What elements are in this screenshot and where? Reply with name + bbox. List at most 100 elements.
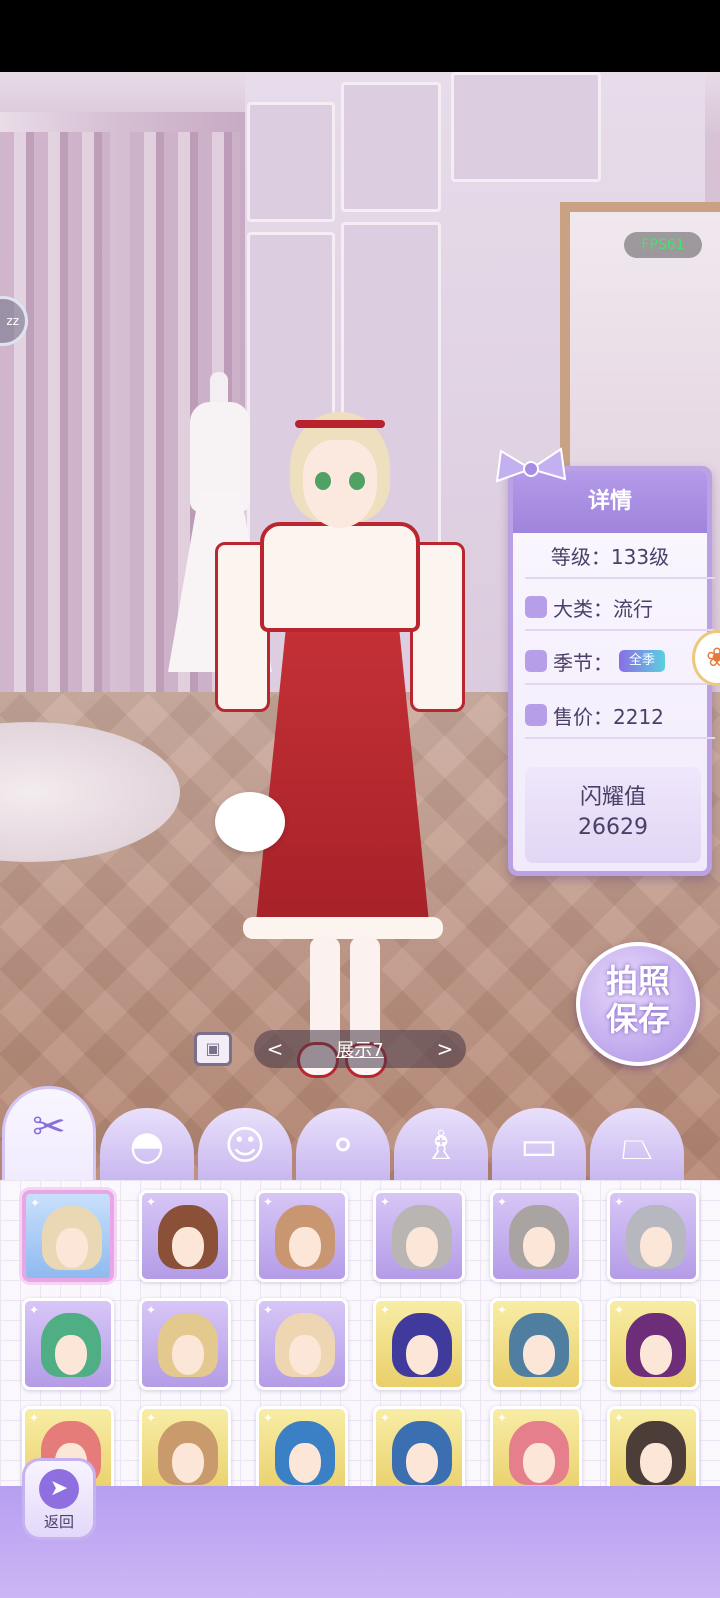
face-silhouette xyxy=(289,1227,321,1267)
sparkle-icon: ✦ xyxy=(146,1303,157,1317)
hair-item[interactable]: ✦ xyxy=(490,1190,582,1282)
price-row: 售价：2212 xyxy=(525,693,715,739)
character-face xyxy=(303,440,377,528)
category-icon xyxy=(525,596,547,618)
sparkle-icon: ✦ xyxy=(29,1303,40,1317)
shine-value: 26629 xyxy=(578,815,648,840)
next-outfit-button[interactable]: > xyxy=(434,1037,456,1061)
hair-item[interactable]: ✦ xyxy=(22,1298,114,1390)
cloud-icon xyxy=(525,650,547,672)
tab-shirt[interactable]: ▭ xyxy=(492,1108,586,1184)
face-silhouette xyxy=(523,1443,555,1483)
player-character[interactable] xyxy=(215,412,465,1092)
hair-item[interactable]: ✦ xyxy=(373,1406,465,1486)
face-silhouette xyxy=(640,1227,672,1267)
hair-item[interactable]: ✦ xyxy=(256,1406,348,1486)
sparkle-icon: ✦ xyxy=(380,1411,391,1425)
skirt-trim xyxy=(243,917,443,939)
sparkle-icon: ✦ xyxy=(497,1195,508,1209)
level-row: 等级：133级 xyxy=(525,533,715,579)
face-silhouette xyxy=(406,1227,438,1267)
sparkle-icon: ✦ xyxy=(380,1195,391,1209)
hair-item[interactable]: ✦ xyxy=(139,1298,231,1390)
prev-outfit-button[interactable]: < xyxy=(264,1037,286,1061)
face-silhouette xyxy=(640,1443,672,1483)
category-text: 大类：流行 xyxy=(553,596,653,621)
season-row: 季节： 全季 xyxy=(525,639,715,685)
hair-item[interactable]: ✦ xyxy=(490,1298,582,1390)
sparkle-icon: ✦ xyxy=(263,1303,274,1317)
category-tabs: ✂ ◓ ☺ ⚬ ♗ ▭ ⏢ xyxy=(0,1086,720,1186)
hair-item-grid: ✦ ✦ ✦ ✦ ✦ ✦ ✦ ✦ ✦ ✦ ✦ ✦ ✦ ✦ ✦ ✦ ✦ ✦ xyxy=(0,1180,720,1486)
sparkle-icon: ✦ xyxy=(614,1411,625,1425)
sparkle-icon: ✦ xyxy=(29,1411,40,1425)
fps-counter: FPS61 xyxy=(624,232,702,258)
level-text: 等级：133级 xyxy=(550,544,670,569)
face-silhouette xyxy=(640,1335,672,1375)
headband xyxy=(295,420,385,428)
hair-item[interactable]: ✦ xyxy=(256,1190,348,1282)
shine-label: 闪耀值 xyxy=(579,785,646,810)
face-silhouette xyxy=(172,1443,204,1483)
season-label: 季节： xyxy=(553,650,613,675)
hair-item[interactable]: ✦ xyxy=(607,1406,699,1486)
tab-skirt[interactable]: ⏢ xyxy=(590,1108,684,1184)
tab-dress[interactable]: ♗ xyxy=(394,1108,488,1184)
sparkle-icon: ✦ xyxy=(497,1303,508,1317)
tab-earrings[interactable]: ⚬ xyxy=(296,1108,390,1184)
sparkle-icon: ✦ xyxy=(30,1196,41,1210)
sparkle-icon: ✦ xyxy=(497,1411,508,1425)
hair-item[interactable]: ✦ xyxy=(22,1190,114,1282)
hair-item[interactable]: ✦ xyxy=(607,1298,699,1390)
outfit-navigator: < 展示7 > xyxy=(254,1030,466,1068)
skirt-icon: ⏢ xyxy=(621,1123,653,1169)
bottom-bar xyxy=(0,1486,720,1598)
face-silhouette xyxy=(172,1335,204,1375)
face-silhouette xyxy=(289,1335,321,1375)
season-tag: 全季 xyxy=(619,650,666,672)
face-silhouette xyxy=(55,1335,87,1375)
back-label: 返回 xyxy=(43,1513,74,1531)
face-silhouette xyxy=(523,1227,555,1267)
face-silhouette xyxy=(523,1335,555,1375)
tab-hat[interactable]: ◓ xyxy=(100,1108,194,1184)
hat-icon: ◓ xyxy=(129,1123,165,1169)
back-arrow-icon: ➤ xyxy=(39,1469,79,1509)
sparkle-icon: ✦ xyxy=(263,1195,274,1209)
face-silhouette xyxy=(406,1335,438,1375)
tab-face[interactable]: ☺ xyxy=(198,1108,292,1184)
hair-item[interactable]: ✦ xyxy=(373,1190,465,1282)
tab-scissors[interactable]: ✂ xyxy=(2,1086,96,1186)
outfit-name[interactable]: 展示7 xyxy=(336,1036,383,1062)
ribbon-bow-icon xyxy=(495,447,567,483)
back-button[interactable]: ➤ 返回 xyxy=(22,1458,96,1540)
hair-item[interactable]: ✦ xyxy=(139,1406,231,1486)
white-jacket xyxy=(260,522,420,632)
hair-item[interactable]: ✦ xyxy=(256,1298,348,1390)
photo-save-line2: 保存 xyxy=(605,1000,670,1038)
scissors-icon: ✂ xyxy=(32,1104,66,1150)
dress-icon: ♗ xyxy=(423,1123,459,1169)
sparkle-icon: ✦ xyxy=(263,1411,274,1425)
price-text: 售价：2212 xyxy=(553,704,664,729)
sparkle-icon: ✦ xyxy=(146,1411,157,1425)
earrings-icon: ⚬ xyxy=(326,1123,360,1169)
detail-panel: 详情 等级：133级 大类：流行 季节： 全季 售价：2212 闪耀值 2662… xyxy=(495,447,715,876)
bunny-bag xyxy=(215,792,285,852)
shine-box: 闪耀值 26629 xyxy=(525,767,701,863)
photo-save-line1: 拍照 xyxy=(605,962,670,1000)
hair-item[interactable]: ✦ xyxy=(490,1406,582,1486)
right-eye xyxy=(349,472,365,490)
photo-save-button[interactable]: 拍照 保存 xyxy=(576,942,700,1066)
face-icon: ☺ xyxy=(224,1123,266,1169)
hair-item[interactable]: ✦ xyxy=(373,1298,465,1390)
sparkle-icon: ✦ xyxy=(380,1303,391,1317)
face-silhouette xyxy=(172,1227,204,1267)
face-silhouette xyxy=(289,1443,321,1483)
gallery-icon[interactable]: ▣ xyxy=(194,1032,232,1066)
sparkle-icon: ✦ xyxy=(146,1195,157,1209)
hair-item[interactable]: ✦ xyxy=(607,1190,699,1282)
sparkle-icon: ✦ xyxy=(614,1195,625,1209)
hair-item[interactable]: ✦ xyxy=(139,1190,231,1282)
sparkle-icon: ✦ xyxy=(614,1303,625,1317)
